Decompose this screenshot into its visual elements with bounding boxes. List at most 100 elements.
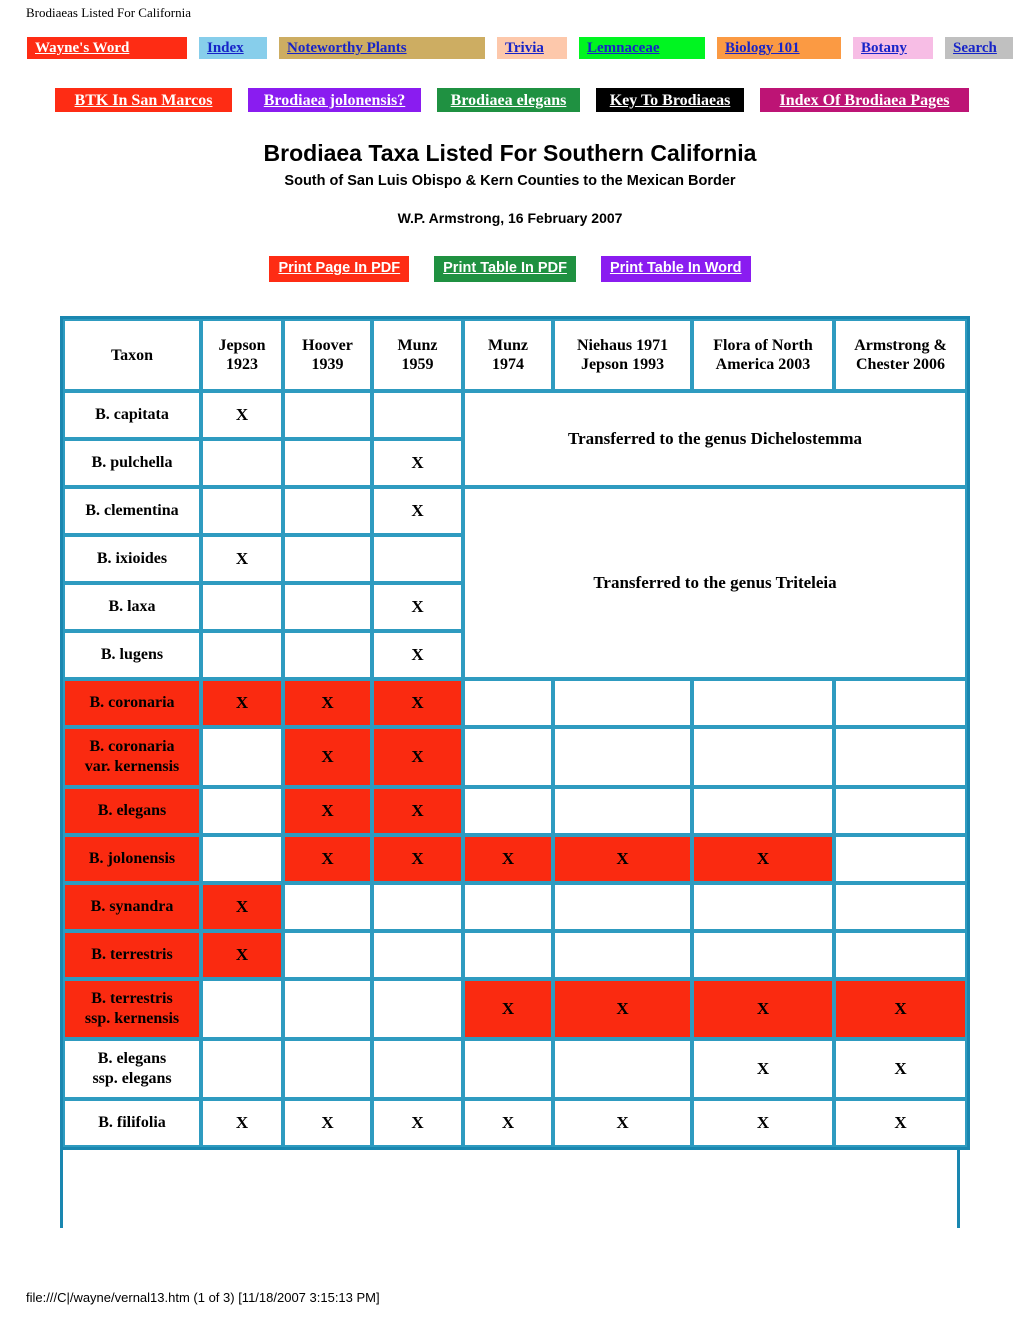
nav-link-botany[interactable]: Botany [853,37,933,59]
table-row: B. synandra X [63,883,967,931]
mark-cell: X [834,979,967,1039]
print-button-print-table-in-pdf[interactable]: Print Table In PDF [434,256,576,282]
nav-link-label: Lemnaceae [587,39,660,56]
mark-cell [201,1039,283,1099]
taxon-label-line: B. pulchella [91,454,173,471]
nav-link-trivia[interactable]: Trivia [497,37,567,59]
nav-link-search[interactable]: Search [945,37,1013,59]
page-title-block: Brodiaea Taxa Listed For Southern Califo… [0,140,1020,227]
mark-cell: X [692,835,834,883]
mark-cell: X [201,679,283,727]
mark-cell [372,931,463,979]
nav-button-brodiaea-elegans[interactable]: Brodiaea elegans [437,88,580,112]
nav-link-noteworthy-plants[interactable]: Noteworthy Plants [279,37,485,59]
mark-cell [463,883,553,931]
taxon-cell: B. coronaria [63,679,201,727]
mark-cell: X [201,1099,283,1147]
print-button-print-page-in-pdf[interactable]: Print Page In PDF [269,256,410,282]
page-subtitle: South of San Luis Obispo & Kern Counties… [284,173,736,189]
mark-cell [372,979,463,1039]
mark-cell [692,727,834,787]
column-header-line: Munz [488,337,528,354]
brodiaea-table-wrapper: Taxon Jepson 1923 Hoover 1939 Munz 1959 Munz 197… [60,316,970,1150]
taxon-label-line: B. elegans [97,802,167,819]
column-header-line: Chester 2006 [855,356,946,373]
taxon-label-line: var. kernensis [84,758,180,775]
taxon-label-line: B. clementina [85,502,179,519]
mark-cell [463,787,553,835]
mark-cell [692,787,834,835]
mark-cell [201,583,283,631]
taxon-label-line: B. lugens [100,646,164,663]
column-header-5: Niehaus 1971 Jepson 1993 [553,319,692,391]
taxon-cell: B. elegans [63,787,201,835]
mark-cell: X [372,439,463,487]
mark-cell [463,1039,553,1099]
nav-button-btk-in-san-marcos[interactable]: BTK In San Marcos [55,88,232,112]
nav-link-biology-101[interactable]: Biology 101 [717,37,841,59]
taxon-label-line: B. elegans [97,1050,167,1067]
taxon-cell: B. terrestris ssp. kernensis [63,979,201,1039]
nav-button-label: Brodiaea elegans [450,91,567,109]
table-continuation-border [60,1150,960,1228]
nav-button-key-to-brodiaeas[interactable]: Key To Brodiaeas [596,88,744,112]
taxon-label-line: B. capitata [95,406,169,423]
nav-link-index[interactable]: Index [199,37,267,59]
mark-cell: X [372,1099,463,1147]
mark-cell: X [372,631,463,679]
nav-button-label: Brodiaea jolonensis? [263,91,406,109]
mark-cell [283,883,372,931]
mark-cell: X [553,835,692,883]
taxon-cell: B. laxa [63,583,201,631]
mark-cell: X [834,1099,967,1147]
column-header-6: Flora of North America 2003 [692,319,834,391]
table-row: B. terrestris ssp. kernensis X X X X [63,979,967,1039]
nav-link-lemnaceae[interactable]: Lemnaceae [579,37,705,59]
mark-cell: X [692,1039,834,1099]
mark-cell: X [834,1039,967,1099]
mark-cell: X [553,1099,692,1147]
mark-cell [834,883,967,931]
column-header-1: Jepson 1923 [201,319,283,391]
mark-cell [283,1039,372,1099]
column-header-line: 1959 [401,356,434,373]
browser-print-header: Brodiaeas Listed For California [26,5,191,20]
taxon-cell: B. lugens [63,631,201,679]
column-header-7: Armstrong & Chester 2006 [834,319,967,391]
nav-button-index-of-brodiaea-pages[interactable]: Index Of Brodiaea Pages [760,88,969,112]
nav-link-label: Wayne's Word [35,39,130,56]
brodiaea-taxa-table: Taxon Jepson 1923 Hoover 1939 Munz 1959 Munz 197… [60,316,970,1150]
nav-button-brodiaea-jolonensis[interactable]: Brodiaea jolonensis? [248,88,421,112]
mark-cell: X [692,1099,834,1147]
taxon-label-line: B. coronaria [89,694,175,711]
print-button-print-table-in-word[interactable]: Print Table In Word [600,256,751,282]
mark-cell [283,631,372,679]
mark-cell [553,727,692,787]
table-row: B. elegans ssp. elegans X X [63,1039,967,1099]
browser-print-footer: file:///C|/wayne/vernal13.htm (1 of 3) [… [26,1290,380,1305]
mark-cell [283,439,372,487]
mark-cell: X [283,787,372,835]
taxon-label-line: ssp. kernensis [84,1010,180,1027]
mark-cell: X [283,835,372,883]
table-row: B. coronaria X X X [63,679,967,727]
mark-cell [692,931,834,979]
mark-cell: X [463,979,553,1039]
taxon-label-line: B. ixioides [96,550,168,567]
mark-cell [201,631,283,679]
nav-link-wayne-s-word[interactable]: Wayne's Word [27,37,187,59]
column-header-line: Taxon [110,346,154,364]
mark-cell: X [372,787,463,835]
page-author-date: W.P. Armstrong, 16 February 2007 [397,210,623,226]
column-header-line: Hoover [302,337,353,354]
mark-cell [553,1039,692,1099]
taxon-cell: B. filifolia [63,1099,201,1147]
mark-cell [834,835,967,883]
table-row: B. terrestris X [63,931,967,979]
nav-link-label: Index [207,39,244,56]
